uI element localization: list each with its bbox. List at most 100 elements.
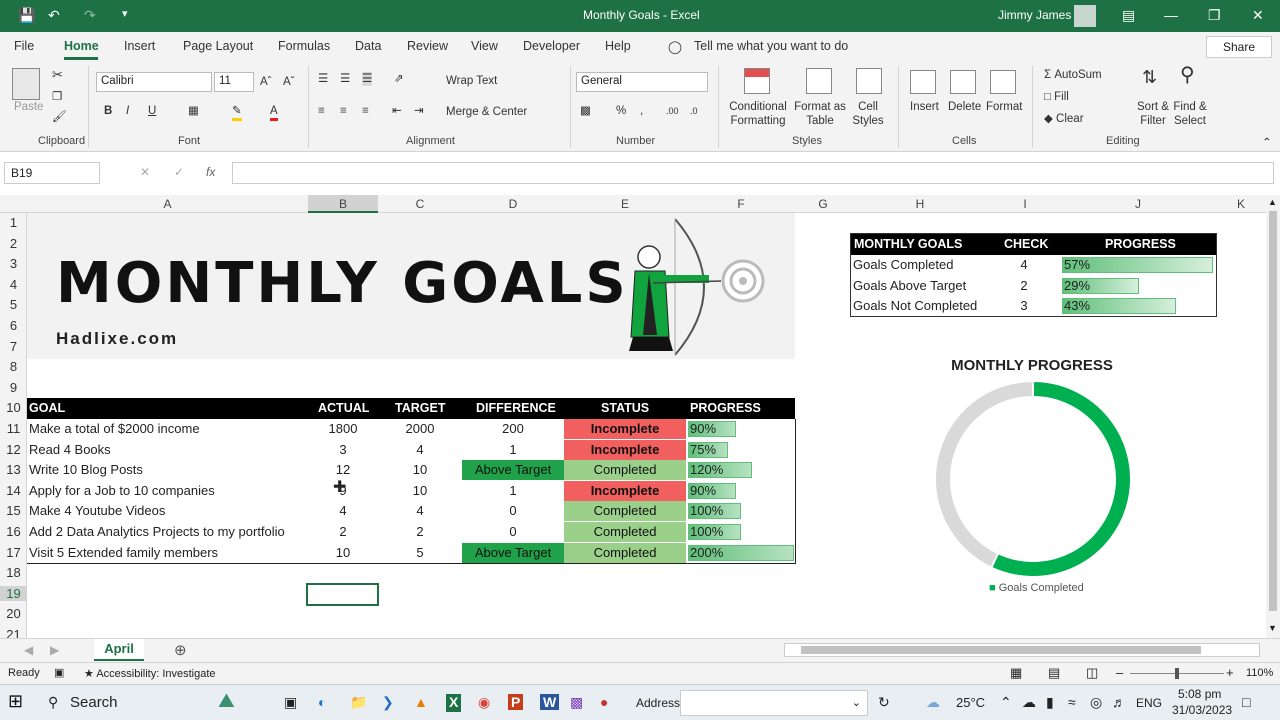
row-header[interactable]: 2 xyxy=(0,236,27,251)
tab-file[interactable]: File xyxy=(14,39,34,53)
fill-button[interactable]: □ Fill xyxy=(1044,90,1069,104)
row-header[interactable]: 12 xyxy=(0,442,27,457)
row-header[interactable]: 17 xyxy=(0,545,27,560)
underline-button[interactable]: U xyxy=(148,104,156,118)
column-header-g[interactable]: G xyxy=(796,197,850,211)
bottom-align-icon[interactable]: ☰ xyxy=(362,72,373,86)
column-header-h[interactable]: H xyxy=(850,197,990,211)
format-cells-icon[interactable] xyxy=(990,70,1016,94)
cut-icon[interactable]: ✂ xyxy=(52,68,63,82)
ribbon-display-icon[interactable]: ▤ xyxy=(1122,7,1135,24)
search-icon[interactable]: ⚲ xyxy=(48,694,58,711)
insert-cells-button[interactable]: Insert xyxy=(910,100,939,114)
notifications-icon[interactable]: □ xyxy=(1242,694,1250,710)
share-button[interactable]: Share xyxy=(1206,36,1272,58)
cancel-icon[interactable]: ✕ xyxy=(140,165,150,179)
add-sheet-icon[interactable]: ⊕ xyxy=(174,641,187,659)
tab-help[interactable]: Help xyxy=(605,39,631,53)
autosum-button[interactable]: Σ AutoSum xyxy=(1044,68,1102,82)
save-icon[interactable]: 💾 xyxy=(18,7,35,24)
row-header[interactable]: 9 xyxy=(0,380,27,395)
column-header-f[interactable]: F xyxy=(686,197,796,211)
row-header[interactable]: 14 xyxy=(0,483,27,498)
windows-start-icon[interactable]: ⊞ xyxy=(8,691,23,712)
merge-center-button[interactable]: Merge & Center xyxy=(446,105,527,119)
bold-button[interactable]: B xyxy=(104,104,112,118)
chevron-up-icon[interactable]: ⌃ xyxy=(1000,694,1012,711)
selected-cell-b19[interactable] xyxy=(306,583,379,606)
user-name[interactable]: Jimmy James xyxy=(998,8,1071,22)
tab-insert[interactable]: Insert xyxy=(124,39,155,53)
column-header-i[interactable]: I xyxy=(990,197,1060,211)
excel-icon[interactable]: X xyxy=(446,694,462,712)
row-header[interactable]: 3 xyxy=(0,256,27,271)
row-header[interactable]: 13 xyxy=(0,462,27,477)
tab-formulas[interactable]: Formulas xyxy=(278,39,330,53)
column-header-b[interactable]: B xyxy=(308,195,378,213)
fill-color-icon[interactable]: ✎ xyxy=(232,104,242,121)
increase-indent-icon[interactable]: ⇥ xyxy=(414,104,424,118)
font-size-select[interactable]: 11 xyxy=(214,72,254,92)
clock-time[interactable]: 5:08 pm xyxy=(1178,687,1221,701)
row-header[interactable]: 11 xyxy=(0,421,27,436)
column-header-c[interactable]: C xyxy=(378,197,462,211)
zoom-in-icon[interactable]: + xyxy=(1226,665,1234,680)
decrease-font-icon[interactable]: Aˇ xyxy=(283,75,295,89)
collapse-ribbon-icon[interactable]: ⌃ xyxy=(1262,136,1272,150)
zoom-slider-thumb[interactable] xyxy=(1175,668,1179,679)
row-header[interactable]: 19 xyxy=(0,585,27,601)
tab-data[interactable]: Data xyxy=(355,39,381,53)
column-header-a[interactable]: A xyxy=(27,197,308,211)
row-header[interactable]: 5 xyxy=(0,297,27,312)
clear-button[interactable]: ◆ Clear xyxy=(1044,112,1084,126)
normal-view-icon[interactable]: ▦ xyxy=(1010,665,1022,681)
page-break-view-icon[interactable]: ◫ xyxy=(1086,665,1098,681)
column-header-k[interactable]: K xyxy=(1216,197,1266,211)
tab-review[interactable]: Review xyxy=(407,39,448,53)
wrap-text-button[interactable]: Wrap Text xyxy=(446,74,497,88)
chrome-icon[interactable]: ◉ xyxy=(478,694,490,711)
find-select-button[interactable]: Find & Select xyxy=(1172,100,1208,128)
app-icon[interactable]: ▩ xyxy=(570,694,583,711)
donut-slice[interactable] xyxy=(934,379,1034,570)
vlc-icon[interactable]: ▲ xyxy=(414,694,428,710)
prev-sheet-icon[interactable]: ◀ xyxy=(24,643,33,657)
font-name-select[interactable]: Calibri xyxy=(96,72,212,92)
accessibility-status[interactable]: ★ Accessibility: Investigate xyxy=(84,667,216,680)
italic-button[interactable]: I xyxy=(126,104,129,118)
task-view-icon[interactable]: ▣ xyxy=(284,694,297,711)
borders-icon[interactable]: ▦ xyxy=(188,104,199,118)
tab-view[interactable]: View xyxy=(471,39,498,53)
globe-icon[interactable]: ◎ xyxy=(1090,694,1102,711)
paste-button[interactable]: Paste xyxy=(14,100,43,114)
top-align-icon[interactable]: ☰ xyxy=(318,72,328,86)
row-header[interactable]: 8 xyxy=(0,359,27,374)
conditional-formatting-icon[interactable] xyxy=(744,68,770,94)
insert-cells-icon[interactable] xyxy=(910,70,936,94)
avatar[interactable] xyxy=(1074,5,1096,27)
address-input[interactable]: ⌄ xyxy=(680,690,868,716)
comma-icon[interactable]: , xyxy=(640,104,643,118)
media-icon[interactable]: ● xyxy=(600,694,608,710)
number-format-select[interactable]: General xyxy=(576,72,708,92)
delete-cells-button[interactable]: Delete xyxy=(948,100,981,114)
file-explorer-icon[interactable]: 📁 xyxy=(350,694,367,711)
font-color-icon[interactable]: A xyxy=(270,104,278,121)
row-header[interactable]: 16 xyxy=(0,524,27,539)
word-icon[interactable]: W xyxy=(540,694,560,710)
decrease-decimal-icon[interactable]: .0 xyxy=(690,104,698,118)
paste-icon[interactable] xyxy=(12,68,40,100)
tab-developer[interactable]: Developer xyxy=(523,39,580,53)
format-cells-button[interactable]: Format xyxy=(986,100,1022,114)
column-header-d[interactable]: D xyxy=(462,197,564,211)
percent-icon[interactable]: % xyxy=(616,104,626,118)
enter-icon[interactable]: ✓ xyxy=(174,165,184,179)
copy-icon[interactable]: ❐ xyxy=(52,90,62,104)
column-header-j[interactable]: J xyxy=(1060,197,1216,211)
wifi-icon[interactable]: ≈ xyxy=(1068,694,1076,710)
format-as-table-button[interactable]: Format as Table xyxy=(794,100,846,128)
align-left-icon[interactable]: ≡ xyxy=(318,104,325,118)
weather-icon[interactable]: ☁ xyxy=(926,694,940,711)
row-header[interactable]: 10 xyxy=(0,400,27,415)
vertical-scrollbar[interactable]: ▲ ▼ xyxy=(1266,195,1280,638)
